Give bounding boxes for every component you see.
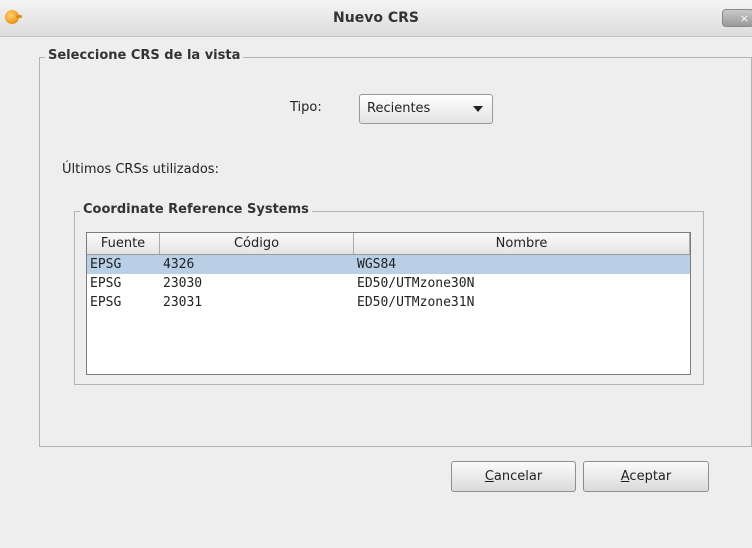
tipo-label: Tipo: xyxy=(290,100,322,115)
accept-label: ceptar xyxy=(629,469,672,484)
column-header-nombre[interactable]: Nombre xyxy=(354,233,690,254)
column-header-codigo[interactable]: Código xyxy=(160,233,354,254)
close-button[interactable]: × xyxy=(722,9,752,27)
window-title: Nuevo CRS xyxy=(333,10,419,26)
group-legend: Seleccione CRS de la vista xyxy=(45,48,244,63)
cell-codigo: 23030 xyxy=(163,276,203,291)
cell-fuente: EPSG xyxy=(90,295,122,310)
accept-button[interactable]: Aceptar xyxy=(583,461,709,492)
crs-table-legend: Coordinate Reference Systems xyxy=(80,202,312,217)
cell-nombre: WGS84 xyxy=(357,257,397,272)
cell-nombre: ED50/UTMzone31N xyxy=(357,295,475,310)
recent-crs-label: Últimos CRSs utilizados: xyxy=(62,162,219,177)
close-icon[interactable]: × xyxy=(740,12,749,25)
tipo-selected-value: Recientes xyxy=(367,101,431,116)
table-header: Fuente Código Nombre xyxy=(87,233,690,255)
cell-codigo: 23031 xyxy=(163,295,203,310)
table-row[interactable]: EPSG 23031 ED50/UTMzone31N xyxy=(87,293,690,312)
cancel-mnemonic: C xyxy=(484,469,494,484)
column-header-fuente[interactable]: Fuente xyxy=(87,233,160,254)
cancel-button[interactable]: Cancelar xyxy=(451,461,576,492)
table-row[interactable]: EPSG 4326 WGS84 xyxy=(87,255,690,274)
cell-fuente: EPSG xyxy=(90,276,122,291)
table-row[interactable]: EPSG 23030 ED50/UTMzone30N xyxy=(87,274,690,293)
cell-codigo: 4326 xyxy=(163,257,195,272)
title-bar: Nuevo CRS × xyxy=(0,0,752,37)
crs-table[interactable]: Fuente Código Nombre EPSG 4326 WGS84 EPS… xyxy=(86,232,691,375)
tipo-dropdown[interactable]: Recientes xyxy=(359,94,493,124)
dropdown-arrow-icon[interactable] xyxy=(473,106,483,112)
cell-nombre: ED50/UTMzone30N xyxy=(357,276,475,291)
cancel-label: ancelar xyxy=(493,469,543,484)
cell-fuente: EPSG xyxy=(90,257,122,272)
